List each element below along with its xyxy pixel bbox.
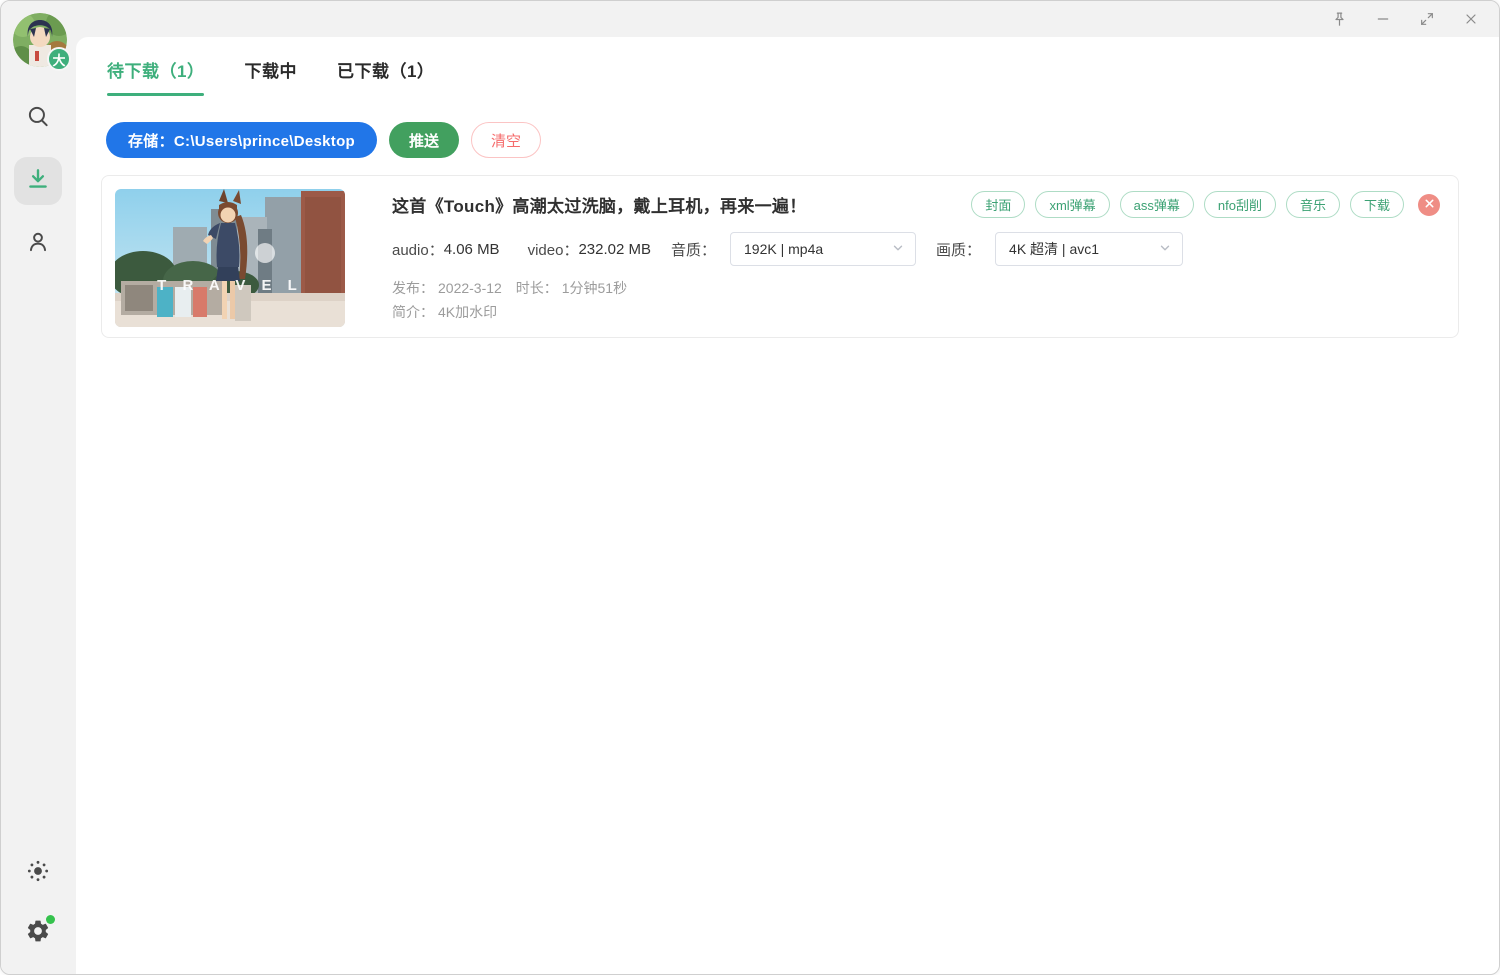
pin-button[interactable] (1317, 1, 1361, 37)
close-icon (1463, 11, 1479, 27)
tab-completed[interactable]: 已下载（1） (337, 57, 434, 96)
video-label: video： (528, 239, 579, 260)
pin-icon (1331, 11, 1348, 28)
sidebar-item-settings[interactable] (14, 909, 62, 957)
maximize-button[interactable] (1405, 1, 1449, 37)
sidebar-item-search[interactable] (14, 94, 62, 142)
tag-nfo-scrape[interactable]: nfo刮削 (1204, 191, 1276, 218)
remove-item-button[interactable] (1418, 194, 1440, 216)
clear-button[interactable]: 清空 (471, 122, 541, 158)
sidebar-item-user[interactable] (14, 220, 62, 268)
duration-label: 时长： (516, 280, 558, 296)
duration-value: 1分钟51秒 (562, 280, 627, 296)
thumbnail-travel-text: T R A V E L (157, 277, 303, 294)
intro-row: 简介：4K加水印 (392, 302, 501, 322)
close-button[interactable] (1449, 1, 1493, 37)
video-thumbnail[interactable]: T R A V E L (115, 189, 345, 327)
window-controls (1317, 1, 1493, 37)
minimize-button[interactable] (1361, 1, 1405, 37)
chevron-down-icon (1158, 241, 1172, 258)
sidebar-item-theme[interactable] (14, 849, 62, 897)
app-window: 大 (0, 0, 1500, 975)
video-quality-select[interactable]: 4K 超清 | avc1 (995, 232, 1183, 266)
media-info-row: audio： 4.06 MB video： 232.02 MB 音质： 192K… (392, 232, 1183, 266)
publish-date: 2022-3-12 (438, 280, 502, 296)
member-badge: 大 (47, 47, 71, 71)
main-panel: 待下载（1） 下载中 已下载（1） 存储：C:\Users\prince\Des… (76, 37, 1499, 974)
audio-label: audio： (392, 239, 444, 260)
audio-quality-value: 192K | mp4a (744, 241, 823, 257)
tag-music[interactable]: 音乐 (1286, 191, 1340, 218)
storage-path-button[interactable]: 存储：C:\Users\prince\Desktop (106, 122, 377, 158)
tab-pending[interactable]: 待下载（1） (107, 57, 204, 96)
audio-quality-label: 音质： (671, 239, 716, 260)
theme-sun-icon (25, 858, 51, 889)
publish-label: 发布： (392, 280, 434, 296)
push-button[interactable]: 推送 (389, 122, 459, 158)
audio-quality-select[interactable]: 192K | mp4a (730, 232, 916, 266)
audio-size: 4.06 MB (444, 241, 500, 258)
tag-ass-danmaku[interactable]: ass弹幕 (1120, 191, 1194, 218)
intro-label: 简介： (392, 304, 434, 320)
sidebar-item-download[interactable] (14, 157, 62, 205)
download-icon (25, 166, 51, 197)
video-size: 232.02 MB (578, 241, 651, 258)
video-quality-label: 画质： (936, 239, 981, 260)
video-title: 这首《Touch》高潮太过洗脑，戴上耳机，再来一遍！ (392, 192, 807, 217)
toolbar: 存储：C:\Users\prince\Desktop 推送 清空 (106, 122, 541, 158)
title-bar (1, 1, 1499, 37)
video-quality-value: 4K 超清 | avc1 (1009, 239, 1099, 259)
search-icon (25, 103, 51, 134)
user-avatar[interactable]: 大 (13, 13, 67, 67)
minimize-icon (1375, 11, 1391, 27)
tag-download[interactable]: 下载 (1350, 191, 1404, 218)
settings-gear-icon (25, 918, 51, 949)
settings-notification-dot (46, 915, 55, 924)
tag-cover[interactable]: 封面 (971, 191, 1025, 218)
tag-xml-danmaku[interactable]: xml弹幕 (1035, 191, 1109, 218)
chevron-down-icon (891, 241, 905, 258)
tag-row: 封面 xml弹幕 ass弹幕 nfo刮削 音乐 下载 (961, 191, 1440, 218)
tab-downloading[interactable]: 下载中 (244, 57, 297, 96)
publish-duration-row: 发布：2022-3-12 时长：1分钟51秒 (392, 278, 631, 298)
tab-bar: 待下载（1） 下载中 已下载（1） (107, 57, 474, 96)
user-icon (25, 229, 51, 260)
intro-value: 4K加水印 (438, 304, 497, 320)
maximize-icon (1419, 11, 1435, 27)
sidebar: 大 (1, 1, 76, 974)
remove-item-x-icon (1424, 196, 1435, 214)
download-item-card: T R A V E L 这首《Touch》高潮太过洗脑，戴上耳机，再来一遍！ 封… (101, 175, 1459, 338)
